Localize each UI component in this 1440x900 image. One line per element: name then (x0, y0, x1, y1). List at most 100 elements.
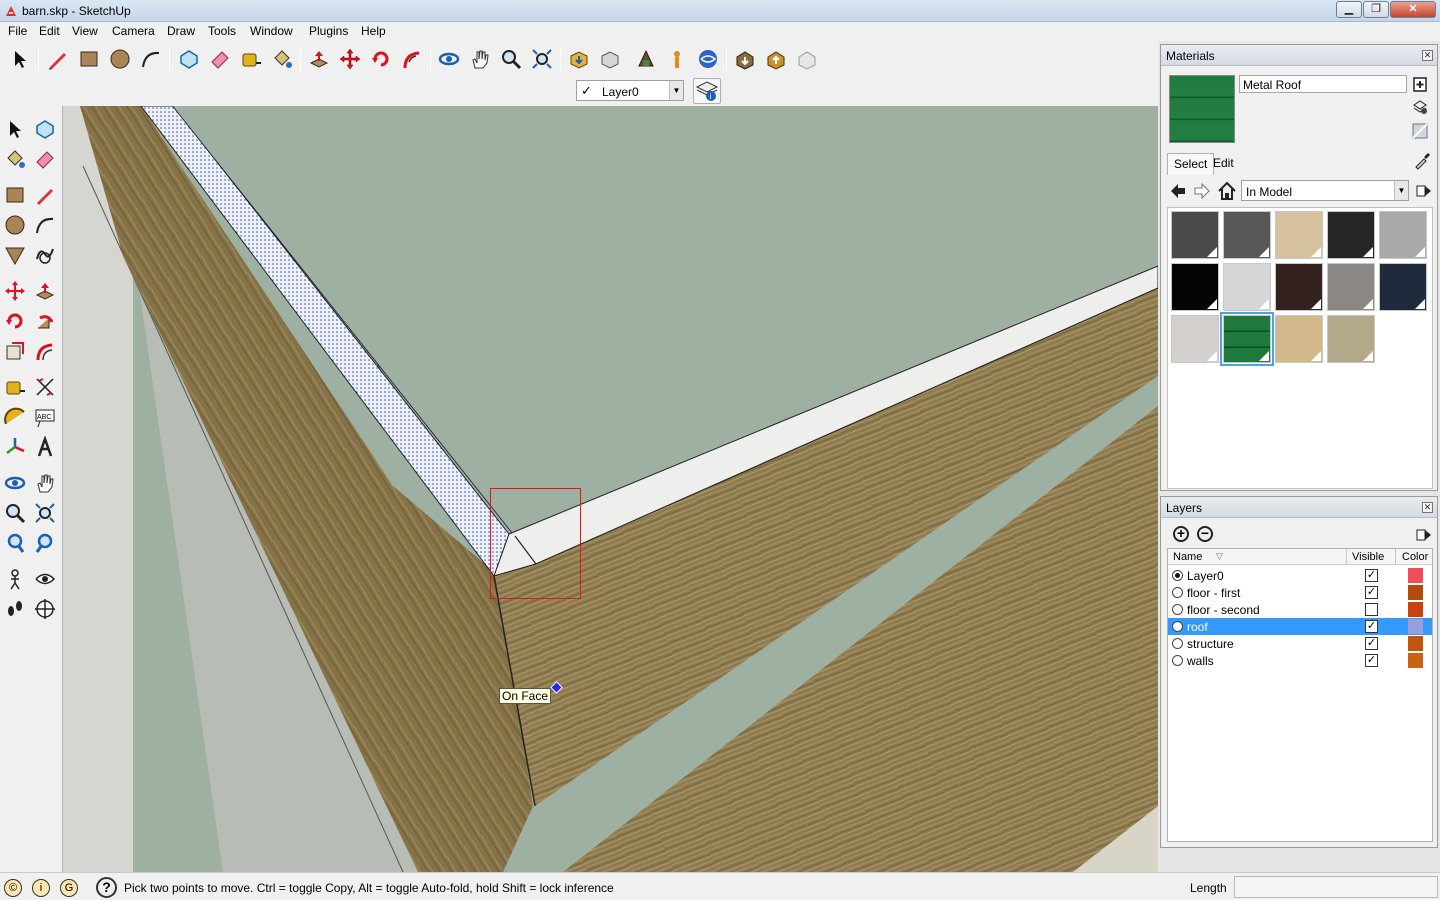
layer-color-swatch[interactable] (1408, 636, 1423, 651)
material-swatch[interactable] (1379, 211, 1427, 259)
details-arrow-icon[interactable] (1415, 526, 1433, 544)
visible-checkbox[interactable]: ✓ (1365, 637, 1378, 650)
material-swatch[interactable] (1275, 211, 1323, 259)
3d-warehouse-icon[interactable] (732, 46, 758, 72)
layer-name[interactable]: structure (1187, 637, 1234, 651)
details-arrow-icon[interactable] (1415, 182, 1433, 200)
eyedropper-icon[interactable] (1413, 152, 1431, 170)
protractor-icon[interactable] (2, 404, 28, 430)
rotate-icon[interactable] (368, 46, 394, 72)
layer-name[interactable]: Layer0 (1187, 569, 1224, 583)
zoom-icon[interactable] (498, 46, 524, 72)
material-swatch[interactable] (1327, 263, 1375, 311)
layer-row[interactable]: roof ✓ (1168, 618, 1432, 635)
paint-bucket-icon[interactable] (2, 146, 28, 172)
current-layer-select[interactable]: ✓ Layer0 ▼ (576, 80, 684, 101)
material-swatch[interactable] (1171, 315, 1219, 363)
active-layer-radio[interactable] (1172, 570, 1183, 581)
eraser-icon[interactable] (32, 146, 58, 172)
extension-warehouse-icon[interactable] (763, 46, 789, 72)
layer-name[interactable]: floor - second (1187, 603, 1260, 617)
scale-icon[interactable] (2, 338, 28, 364)
pan-icon[interactable] (32, 470, 58, 496)
arc-icon[interactable] (32, 212, 58, 238)
arc-icon[interactable] (138, 46, 164, 72)
active-layer-radio[interactable] (1172, 604, 1183, 615)
create-material-icon[interactable] (1411, 75, 1429, 93)
select-tool-icon[interactable] (7, 46, 33, 72)
display-secondary-icon[interactable] (1411, 122, 1429, 140)
layer-row[interactable]: floor - first ✓ (1168, 584, 1432, 601)
pan-icon[interactable] (467, 46, 493, 72)
3d-viewport[interactable]: On Face (63, 106, 1158, 872)
walk-icon[interactable] (2, 596, 28, 622)
menu-tools[interactable]: Tools (208, 24, 236, 38)
text-icon[interactable]: ABC (32, 404, 58, 430)
forward-arrow-icon[interactable] (1193, 182, 1211, 200)
share-component-icon[interactable] (633, 46, 659, 72)
active-layer-radio[interactable] (1172, 621, 1183, 632)
menu-window[interactable]: Window (250, 24, 293, 38)
default-material-icon[interactable] (1411, 98, 1429, 116)
make-component-icon[interactable] (176, 46, 202, 72)
move-icon[interactable] (2, 278, 28, 304)
tape-measure-icon[interactable] (2, 374, 28, 400)
orbit-icon[interactable] (2, 470, 28, 496)
close-icon[interactable]: ✕ (1422, 50, 1433, 61)
preview-earth-icon[interactable] (695, 46, 721, 72)
active-layer-radio[interactable] (1172, 638, 1183, 649)
layer-color-swatch[interactable] (1408, 568, 1423, 583)
layer-manager-button[interactable]: i (693, 78, 721, 104)
get-photo-texture-icon[interactable] (664, 46, 690, 72)
layer-row[interactable]: walls ✓ (1168, 652, 1432, 669)
help-icon[interactable]: ? (96, 877, 117, 898)
push-pull-icon[interactable] (306, 46, 332, 72)
material-swatch[interactable] (1327, 211, 1375, 259)
3d-text-icon[interactable] (32, 434, 58, 460)
credits-icon[interactable]: i (32, 879, 50, 897)
layer-name[interactable]: roof (1187, 620, 1208, 634)
material-swatch[interactable] (1379, 263, 1427, 311)
tab-edit[interactable]: Edit (1207, 153, 1240, 175)
close-button[interactable]: ✕ (1390, 1, 1436, 18)
visible-checkbox[interactable] (1365, 603, 1378, 616)
menu-view[interactable]: View (72, 24, 98, 38)
chevron-down-icon[interactable]: ▼ (669, 81, 683, 100)
rectangle-icon[interactable] (2, 182, 28, 208)
offset-icon[interactable] (32, 338, 58, 364)
zoom-extents-icon[interactable] (529, 46, 555, 72)
material-name-field[interactable]: Metal Roof (1239, 75, 1407, 93)
section-plane-icon[interactable] (32, 596, 58, 622)
close-icon[interactable]: ✕ (1422, 502, 1433, 513)
line-icon[interactable] (32, 182, 58, 208)
layer-color-swatch[interactable] (1408, 602, 1423, 617)
active-layer-radio[interactable] (1172, 655, 1183, 666)
follow-me-icon[interactable] (399, 46, 425, 72)
menu-help[interactable]: Help (361, 24, 386, 38)
add-layer-icon[interactable]: + (1173, 526, 1189, 542)
paint-bucket-icon[interactable] (269, 46, 295, 72)
add-location-icon[interactable] (794, 46, 820, 72)
circle-icon[interactable] (107, 46, 133, 72)
rectangle-icon[interactable] (76, 46, 102, 72)
column-color[interactable]: Color (1402, 551, 1428, 563)
rotate-icon[interactable] (2, 308, 28, 334)
layer-row[interactable]: structure ✓ (1168, 635, 1432, 652)
material-swatch[interactable] (1223, 211, 1271, 259)
layer-name[interactable]: walls (1187, 654, 1214, 668)
get-models-icon[interactable] (566, 46, 592, 72)
push-pull-icon[interactable] (32, 278, 58, 304)
material-swatch[interactable] (1327, 315, 1375, 363)
layer-color-swatch[interactable] (1408, 619, 1423, 634)
user-account-icon[interactable]: G (60, 879, 78, 897)
look-around-icon[interactable] (32, 566, 58, 592)
maximize-button[interactable]: ❐ (1363, 1, 1389, 18)
minimize-button[interactable]: ▁ (1336, 1, 1362, 18)
menu-plugins[interactable]: Plugins (309, 24, 348, 38)
layer-name[interactable]: floor - first (1187, 586, 1240, 600)
layer-color-swatch[interactable] (1408, 585, 1423, 600)
zoom-window-icon[interactable] (32, 500, 58, 526)
visible-checkbox[interactable]: ✓ (1365, 586, 1378, 599)
layer-row[interactable]: floor - second (1168, 601, 1432, 618)
visible-checkbox[interactable]: ✓ (1365, 654, 1378, 667)
